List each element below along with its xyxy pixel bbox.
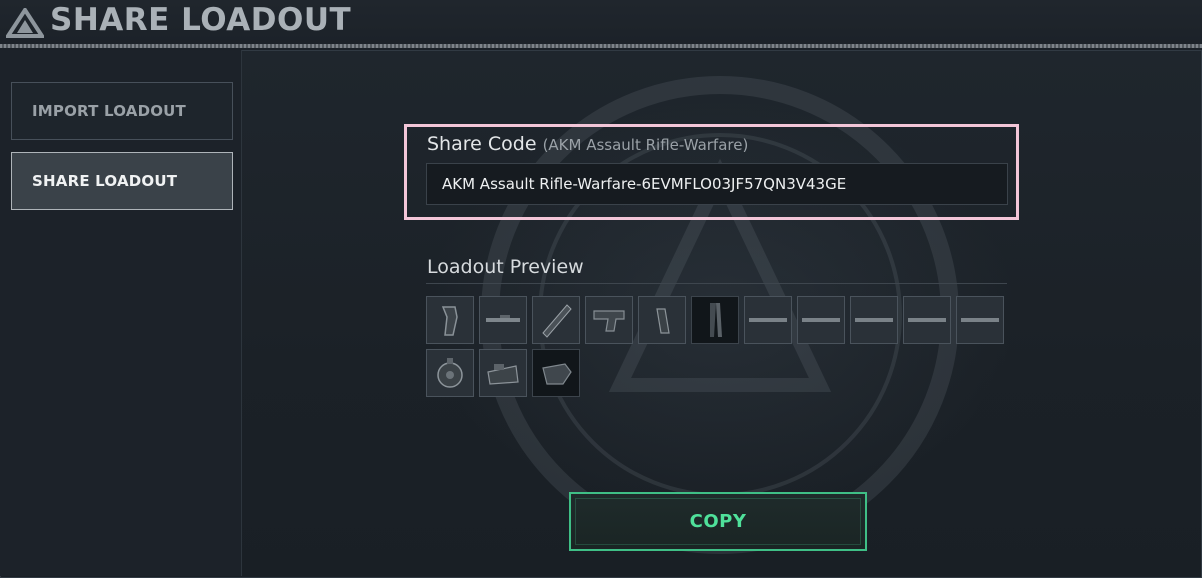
attachment-slot[interactable] (903, 296, 951, 344)
sidebar-item-label: SHARE LOADOUT (32, 172, 178, 190)
mount-rail-icon (710, 303, 722, 337)
foregrip-icon (542, 363, 572, 385)
weapon-name-label: (AKM Assault Rifle-Warfare) (542, 136, 749, 154)
attachment-slot[interactable] (426, 349, 474, 397)
share-code-label: Share Code (AKM Assault Rifle-Warfare) (427, 133, 748, 155)
attachment-slot[interactable] (479, 349, 527, 397)
sidebar-item-label: IMPORT LOADOUT (32, 102, 186, 120)
attachment-slot[interactable] (585, 296, 633, 344)
grip-icon (441, 306, 458, 336)
attachment-slot[interactable] (850, 296, 898, 344)
barrel-icon (486, 315, 520, 322)
header-divider (0, 44, 1202, 48)
attachment-slot[interactable] (638, 296, 686, 344)
attachment-slot[interactable] (479, 296, 527, 344)
rail-icon (961, 318, 999, 322)
attachment-slot[interactable] (744, 296, 792, 344)
sidebar-item-share-loadout[interactable]: SHARE LOADOUT (11, 152, 233, 210)
stock-icon (593, 310, 625, 332)
copy-button-inner-border (575, 498, 861, 545)
attachment-slot[interactable] (426, 296, 474, 344)
preview-divider (426, 283, 1007, 284)
title-bar: SHARE LOADOUT (0, 0, 1202, 44)
handguard-icon (542, 304, 572, 338)
pistol-grip-icon (656, 308, 670, 334)
rail-icon (908, 318, 946, 322)
rail-icon (802, 318, 840, 322)
share-code-field[interactable] (426, 163, 1008, 205)
attachment-slot[interactable] (797, 296, 845, 344)
optic-sight-icon (487, 364, 519, 385)
drum-magazine-icon (437, 358, 463, 388)
sidebar-item-import-loadout[interactable]: IMPORT LOADOUT (11, 82, 233, 140)
attachment-slot[interactable] (956, 296, 1004, 344)
attachment-slot[interactable] (532, 349, 580, 397)
page-title: SHARE LOADOUT (50, 2, 352, 38)
app-logo-icon (6, 8, 44, 38)
share-code-label-text: Share Code (427, 133, 537, 155)
copy-button[interactable]: COPY (569, 492, 867, 551)
loadout-preview-title: Loadout Preview (427, 256, 584, 278)
rail-icon (749, 318, 787, 322)
attachment-slot[interactable] (691, 296, 739, 344)
attachment-slot[interactable] (532, 296, 580, 344)
rail-icon (855, 318, 893, 322)
